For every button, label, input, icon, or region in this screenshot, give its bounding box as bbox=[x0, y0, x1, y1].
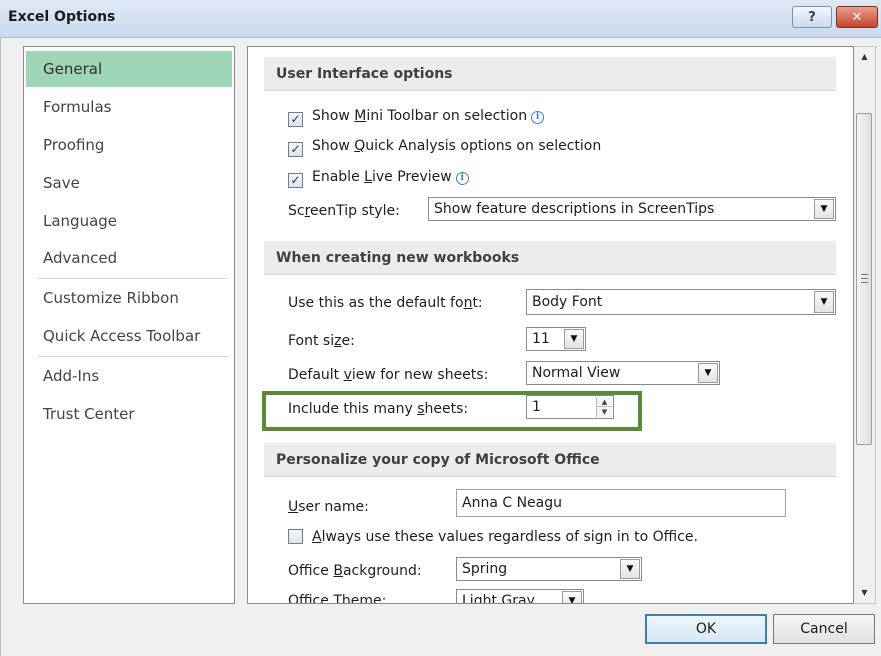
options-nav: General Formulas Proofing Save Language … bbox=[23, 46, 235, 604]
title-bar: Excel Options ? ✕ bbox=[0, 0, 881, 38]
stepper-buttons[interactable]: ▲ ▼ bbox=[596, 397, 612, 417]
sheet-count-stepper[interactable]: 1 ▲ ▼ bbox=[526, 395, 614, 419]
window-title: Excel Options bbox=[8, 9, 116, 25]
section-header-new-workbooks: When creating new workbooks bbox=[264, 241, 836, 275]
nav-item-formulas[interactable]: Formulas bbox=[26, 89, 232, 125]
options-content: User Interface options ✓ Show Mini Toolba… bbox=[247, 46, 854, 604]
nav-item-general[interactable]: General bbox=[26, 51, 232, 87]
font-size-dropdown[interactable]: 11 ▼ bbox=[526, 327, 586, 351]
sheet-count-label: Include this many sheets: bbox=[288, 401, 469, 417]
grip-icon bbox=[861, 274, 868, 283]
nav-item-customize-ribbon[interactable]: Customize Ribbon bbox=[26, 280, 232, 316]
close-button[interactable]: ✕ bbox=[836, 6, 878, 28]
stepper-down-icon[interactable]: ▼ bbox=[597, 407, 612, 417]
info-icon: i bbox=[531, 111, 545, 124]
user-name-input[interactable]: Anna C Neagu bbox=[456, 489, 786, 517]
nav-item-save[interactable]: Save bbox=[26, 165, 232, 201]
office-background-dropdown[interactable]: Spring ▼ bbox=[456, 557, 642, 581]
font-size-label: Font size: bbox=[288, 333, 355, 349]
chevron-down-icon[interactable]: ▼ bbox=[564, 329, 584, 349]
nav-item-quick-access-toolbar[interactable]: Quick Access Toolbar bbox=[26, 318, 232, 354]
default-view-dropdown[interactable]: Normal View ▼ bbox=[526, 361, 720, 385]
user-name-label: User name: bbox=[288, 499, 369, 515]
nav-item-trust-center[interactable]: Trust Center bbox=[26, 396, 232, 432]
screentip-style-dropdown[interactable]: Show feature descriptions in ScreenTips … bbox=[428, 197, 836, 221]
info-icon: i bbox=[455, 172, 469, 185]
quick-analysis-option[interactable]: ✓ Show Quick Analysis options on selectio… bbox=[288, 138, 601, 157]
stepper-up-icon[interactable]: ▲ bbox=[597, 397, 612, 407]
chevron-down-icon[interactable]: ▼ bbox=[814, 291, 834, 313]
live-preview-option[interactable]: ✓ Enable Live Preview i bbox=[288, 169, 469, 188]
nav-item-advanced[interactable]: Advanced bbox=[26, 240, 232, 276]
chevron-down-icon[interactable]: ▼ bbox=[562, 591, 582, 603]
live-preview-checkbox[interactable]: ✓ bbox=[288, 173, 303, 188]
nav-divider bbox=[38, 356, 228, 357]
default-view-label: Default view for new sheets: bbox=[288, 367, 489, 383]
quick-analysis-checkbox[interactable]: ✓ bbox=[288, 142, 303, 157]
office-theme-dropdown[interactable]: Light Gray ▼ bbox=[456, 589, 584, 603]
chevron-down-icon[interactable]: ▼ bbox=[814, 199, 834, 219]
always-use-option[interactable]: Always use these values regardless of si… bbox=[288, 529, 698, 545]
default-font-label: Use this as the default font: bbox=[288, 295, 483, 311]
chevron-down-icon[interactable]: ▼ bbox=[620, 559, 640, 579]
scroll-thumb[interactable] bbox=[856, 113, 872, 445]
nav-divider bbox=[38, 278, 228, 279]
office-background-label: Office Background: bbox=[288, 563, 422, 579]
nav-item-add-ins[interactable]: Add-Ins bbox=[26, 358, 232, 394]
mini-toolbar-option[interactable]: ✓ Show Mini Toolbar on selection i bbox=[288, 108, 545, 127]
scroll-down-icon[interactable]: ▼ bbox=[854, 583, 875, 603]
help-button[interactable]: ? bbox=[792, 6, 832, 28]
dialog-body: General Formulas Proofing Save Language … bbox=[0, 38, 881, 656]
chevron-down-icon[interactable]: ▼ bbox=[698, 363, 718, 383]
nav-item-language[interactable]: Language bbox=[26, 203, 232, 239]
default-font-dropdown[interactable]: Body Font ▼ bbox=[526, 289, 836, 315]
always-use-checkbox[interactable] bbox=[288, 529, 303, 544]
content-scrollbar[interactable]: ▲ ▼ bbox=[854, 46, 876, 604]
screentip-style-label: ScreenTip style: bbox=[288, 203, 400, 219]
section-header-ui-options: User Interface options bbox=[264, 57, 836, 91]
nav-item-proofing[interactable]: Proofing bbox=[26, 127, 232, 163]
office-theme-label: Office Theme: bbox=[288, 593, 387, 604]
mini-toolbar-checkbox[interactable]: ✓ bbox=[288, 112, 303, 127]
cancel-button[interactable]: Cancel bbox=[773, 614, 875, 644]
section-header-personalize: Personalize your copy of Microsoft Offic… bbox=[264, 443, 836, 477]
ok-button[interactable]: OK bbox=[645, 614, 767, 644]
scroll-up-icon[interactable]: ▲ bbox=[854, 47, 875, 67]
